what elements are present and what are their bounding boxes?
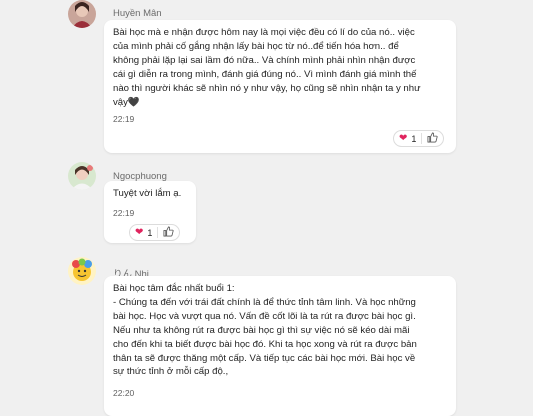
reaction-count: 1 — [147, 227, 153, 238]
reaction-count: 1 — [411, 133, 417, 144]
avatar[interactable] — [68, 0, 96, 28]
timestamp: 22:19 — [113, 114, 135, 124]
thumbs-up-icon[interactable] — [427, 132, 438, 145]
message-bubble[interactable]: Bài học mà e nhận được hôm nay là mọi vi… — [104, 20, 456, 153]
avatar[interactable] — [68, 162, 96, 190]
timestamp: 22:20 — [113, 388, 135, 398]
message-text: Bài học tâm đắc nhất buổi 1: - Chúng ta … — [113, 283, 417, 378]
heart-icon[interactable]: ❤ — [135, 227, 143, 238]
message-bubble[interactable]: Tuyệt vời lắm ạ. 22:19 ❤ 1 — [104, 181, 196, 243]
message-text: Bài học mà e nhận được hôm nay là mọi vi… — [113, 27, 421, 108]
heart-icon[interactable]: ❤ — [399, 133, 407, 144]
reaction-bar[interactable]: ❤ 1 — [129, 224, 181, 241]
thumbs-up-icon[interactable] — [163, 226, 174, 239]
sender-name: Huyền Mân — [113, 8, 162, 19]
avatar[interactable] — [68, 257, 96, 285]
reaction-bar[interactable]: ❤ 1 — [393, 130, 445, 147]
timestamp: 22:19 — [113, 208, 135, 218]
message-text: Tuyệt vời lắm ạ. — [113, 188, 182, 199]
message-bubble[interactable]: Bài học tâm đắc nhất buổi 1: - Chúng ta … — [104, 276, 456, 416]
